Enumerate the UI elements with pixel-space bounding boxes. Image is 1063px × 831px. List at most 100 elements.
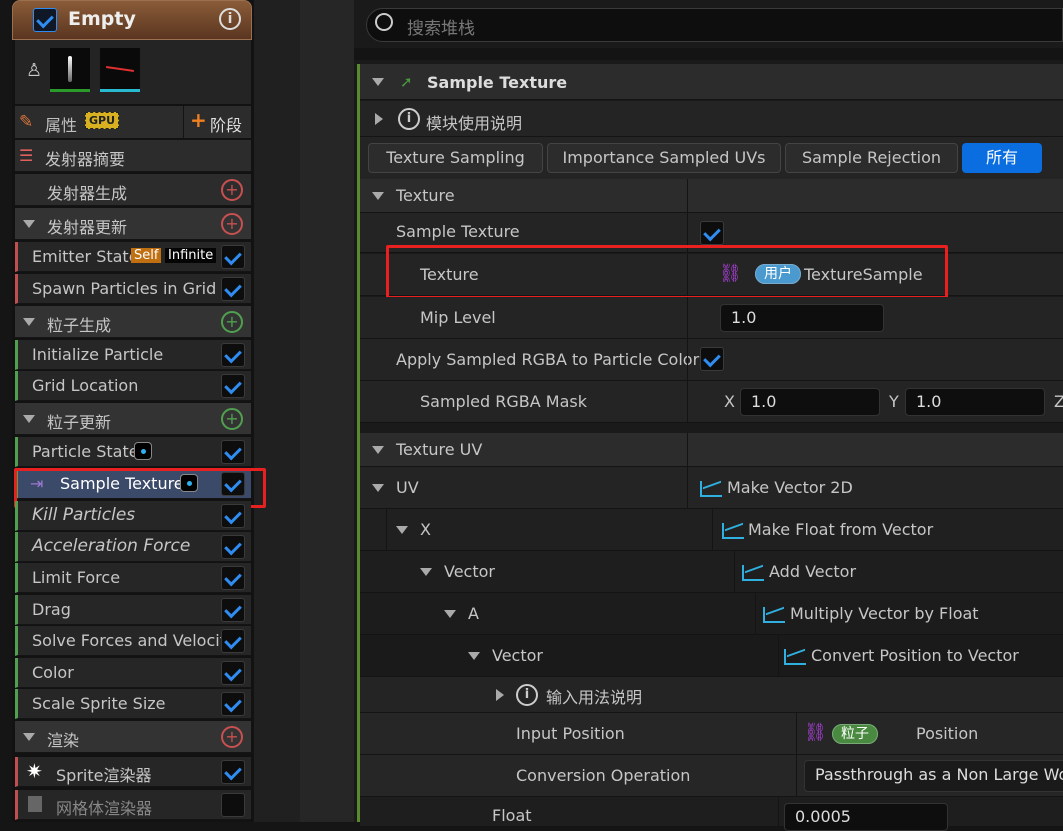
user-pill: 用户 <box>747 264 809 284</box>
module-header[interactable]: ➚ Sample Texture <box>360 64 1063 100</box>
apply-rgba-checkbox[interactable] <box>700 347 724 371</box>
add-module-icon[interactable]: + <box>221 179 243 201</box>
tab-texture-sampling[interactable]: Texture Sampling <box>368 143 543 173</box>
property-label: UV <box>396 478 419 497</box>
a-value[interactable]: Multiply Vector by Float <box>790 604 979 623</box>
x-value[interactable]: Make Float from Vector <box>748 520 933 539</box>
collapse-arrow-icon[interactable] <box>372 78 384 86</box>
module-label: Sample Texture <box>60 474 184 493</box>
module-checkbox[interactable] <box>221 535 245 559</box>
module-initialize-particle[interactable]: Initialize Particle <box>15 340 251 370</box>
module-title: Sample Texture <box>427 73 568 92</box>
module-kill-particles[interactable]: Kill Particles <box>15 501 251 531</box>
collapse-arrow-icon[interactable] <box>23 415 35 423</box>
collapse-arrow-icon[interactable] <box>420 568 432 576</box>
renderer-checkbox[interactable] <box>221 760 245 784</box>
tab-importance-sampled[interactable]: Importance Sampled UVs <box>547 143 781 173</box>
particle-update-section[interactable]: 粒子更新 + <box>15 403 251 435</box>
mask-x-input[interactable]: 1.0 <box>740 388 880 416</box>
module-color[interactable]: Color <box>15 658 251 688</box>
dot-badge-icon <box>180 474 198 492</box>
property-uv: UV Make Vector 2D <box>360 467 1063 509</box>
collapse-arrow-icon[interactable] <box>23 733 35 741</box>
renderer-checkbox[interactable] <box>221 793 245 817</box>
float-input[interactable]: 0.0005 <box>784 803 948 831</box>
module-checkbox[interactable] <box>221 598 245 622</box>
collapse-arrow-icon[interactable] <box>372 484 384 492</box>
tab-sample-rejection[interactable]: Sample Rejection <box>785 143 958 173</box>
collapse-arrow-icon[interactable] <box>23 318 35 326</box>
mip-level-input[interactable]: 1.0 <box>720 304 884 332</box>
emitter-summary-row[interactable]: ☰ 发射器摘要 <box>15 140 251 172</box>
uv-value[interactable]: Make Vector 2D <box>727 478 853 497</box>
module-spawn-grid[interactable]: Spawn Particles in Grid <box>15 274 251 304</box>
add-stage-button[interactable]: + 阶段 <box>183 106 249 138</box>
module-acceleration-force[interactable]: Acceleration Force <box>15 532 251 562</box>
module-solve-forces[interactable]: Solve Forces and Velocity <box>15 626 251 656</box>
x-label: X <box>724 392 735 411</box>
property-float: Float 0.0005 <box>360 797 1063 831</box>
module-checkbox[interactable] <box>221 343 245 367</box>
search-input[interactable]: 搜索堆栈 <box>366 8 1063 42</box>
module-checkbox[interactable] <box>221 692 245 716</box>
module-checkbox[interactable] <box>221 566 245 590</box>
particle-spawn-section[interactable]: 粒子生成 + <box>15 306 251 338</box>
module-scale-sprite[interactable]: Scale Sprite Size <box>15 689 251 719</box>
module-emitter-state[interactable]: Emitter State Self Infinite <box>15 242 251 272</box>
module-grid-location[interactable]: Grid Location <box>15 371 251 401</box>
module-checkbox[interactable] <box>221 277 245 301</box>
property-rgba-mask: Sampled RGBA Mask X 1.0 Y 1.0 Z <box>360 381 1063 423</box>
search-placeholder: 搜索堆栈 <box>407 19 475 39</box>
module-usage-row[interactable]: i 模块使用说明 <box>360 101 1063 137</box>
input-usage-row[interactable]: i 输入用法说明 <box>360 677 1063 713</box>
collapse-arrow-icon[interactable] <box>444 610 456 618</box>
module-checkbox[interactable] <box>221 440 245 464</box>
conversion-dropdown[interactable]: Passthrough as a Non Large World <box>804 760 1063 792</box>
tab-all[interactable]: 所有 <box>962 143 1042 173</box>
sample-texture-checkbox[interactable] <box>700 221 724 245</box>
add-module-icon[interactable]: + <box>221 408 243 430</box>
property-label: Sampled RGBA Mask <box>420 392 587 411</box>
module-checkbox[interactable] <box>221 629 245 653</box>
emitter-spawn-row[interactable]: 发射器生成 + <box>15 174 251 206</box>
input-position-value[interactable]: Position <box>916 724 978 743</box>
link-icon[interactable]: ⛓ <box>804 722 827 743</box>
enter-icon: ⇥ <box>30 474 44 493</box>
vector-thumbnail[interactable] <box>100 48 140 92</box>
expand-arrow-icon[interactable] <box>496 689 504 701</box>
module-checkbox[interactable] <box>221 504 245 528</box>
module-label: Limit Force <box>32 568 121 587</box>
emitter-update-section[interactable]: 发射器更新 + <box>15 208 251 240</box>
collapse-arrow-icon[interactable] <box>372 192 384 200</box>
info-icon[interactable]: i <box>219 8 241 30</box>
module-checkbox[interactable] <box>221 245 245 269</box>
module-checkbox[interactable] <box>221 374 245 398</box>
renderer-sprite[interactable]: ✷ Sprite渲染器 <box>15 757 251 787</box>
expand-arrow-icon[interactable] <box>375 113 383 125</box>
mask-y-input[interactable]: 1.0 <box>905 388 1045 416</box>
renderer-mesh[interactable]: 网格体渲染器 <box>15 790 251 820</box>
collapse-arrow-icon[interactable] <box>396 526 408 534</box>
vector2-value[interactable]: Convert Position to Vector <box>811 646 1019 665</box>
render-section[interactable]: 渲染 + <box>15 721 251 753</box>
texture-section[interactable]: Texture <box>360 179 1063 213</box>
link-icon[interactable]: ⛓ <box>719 263 742 284</box>
module-label: Acceleration Force <box>32 536 191 556</box>
collapse-arrow-icon[interactable] <box>23 220 35 228</box>
sprite-thumbnail[interactable] <box>50 48 90 92</box>
texture-uv-section[interactable]: Texture UV <box>360 433 1063 467</box>
emitter-enable-checkbox[interactable] <box>33 8 57 32</box>
add-module-icon[interactable]: + <box>221 311 243 333</box>
module-limit-force[interactable]: Limit Force <box>15 563 251 593</box>
texture-value[interactable]: TextureSample <box>804 265 923 284</box>
module-checkbox[interactable] <box>221 661 245 685</box>
add-renderer-icon[interactable]: + <box>221 726 243 748</box>
add-module-icon[interactable]: + <box>221 213 243 235</box>
module-drag[interactable]: Drag <box>15 595 251 625</box>
vector-value[interactable]: Add Vector <box>769 562 856 581</box>
collapse-arrow-icon[interactable] <box>468 652 480 660</box>
module-sample-texture[interactable]: ⇥ Sample Texture <box>15 469 251 499</box>
module-checkbox[interactable] <box>221 472 245 496</box>
collapse-arrow-icon[interactable] <box>372 446 384 454</box>
module-particle-state[interactable]: Particle State <box>15 437 251 467</box>
